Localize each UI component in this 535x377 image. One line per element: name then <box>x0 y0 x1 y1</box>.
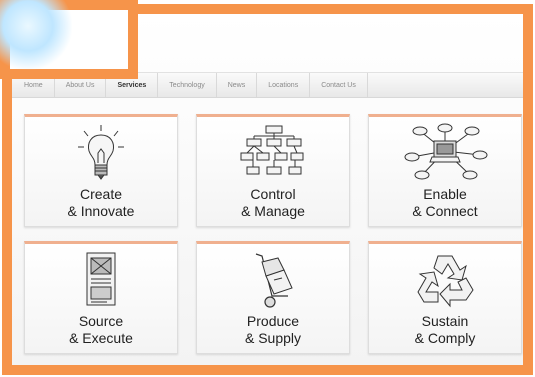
tile-label: Create & Innovate <box>25 186 177 220</box>
tile-label-line2: & Connect <box>412 203 478 219</box>
flowchart-icon <box>197 123 349 183</box>
nav-item-locations[interactable]: Locations <box>257 73 311 97</box>
lightbulb-icon <box>25 123 177 183</box>
tile-source-execute[interactable]: Source & Execute <box>24 241 178 354</box>
nav-item-contact-us[interactable]: Contact Us <box>310 73 368 97</box>
tile-label-line1: Sustain <box>421 313 469 329</box>
tile-label-line1: Enable <box>423 186 467 202</box>
nav-item-technology[interactable]: Technology <box>158 73 217 97</box>
tile-sustain-comply[interactable]: Sustain & Comply <box>368 241 522 354</box>
tile-label: Enable & Connect <box>369 186 521 220</box>
tile-label: Control & Manage <box>197 186 349 220</box>
tile-enable-connect[interactable]: Enable & Connect <box>368 114 522 227</box>
tile-label: Source & Execute <box>25 313 177 347</box>
document-icon <box>25 250 177 310</box>
tile-produce-supply[interactable]: Produce & Supply <box>196 241 350 354</box>
tile-control-manage[interactable]: Control & Manage <box>196 114 350 227</box>
tile-label: Produce & Supply <box>197 313 349 347</box>
light-glare <box>0 0 72 70</box>
tile-label-line1: Control <box>250 186 296 202</box>
tile-label-line1: Source <box>78 313 124 329</box>
tile-label: Sustain & Comply <box>369 313 521 347</box>
tile-label-line2: & Innovate <box>67 203 135 219</box>
nav-item-news[interactable]: News <box>217 73 258 97</box>
tile-label-line1: Create <box>79 186 123 202</box>
tile-label-line2: & Execute <box>69 330 133 346</box>
tile-label-line2: & Supply <box>244 330 302 346</box>
recycle-icon <box>369 250 521 310</box>
network-icon <box>369 123 521 183</box>
tile-label-line1: Produce <box>246 313 300 329</box>
tile-label-line2: & Manage <box>241 203 305 219</box>
tile-create-innovate[interactable]: Create & Innovate <box>24 114 178 227</box>
tile-label-line2: & Comply <box>414 330 476 346</box>
services-grid: Create & Innovate Control & Manage Enabl… <box>24 114 522 354</box>
hand-truck-icon <box>197 250 349 310</box>
